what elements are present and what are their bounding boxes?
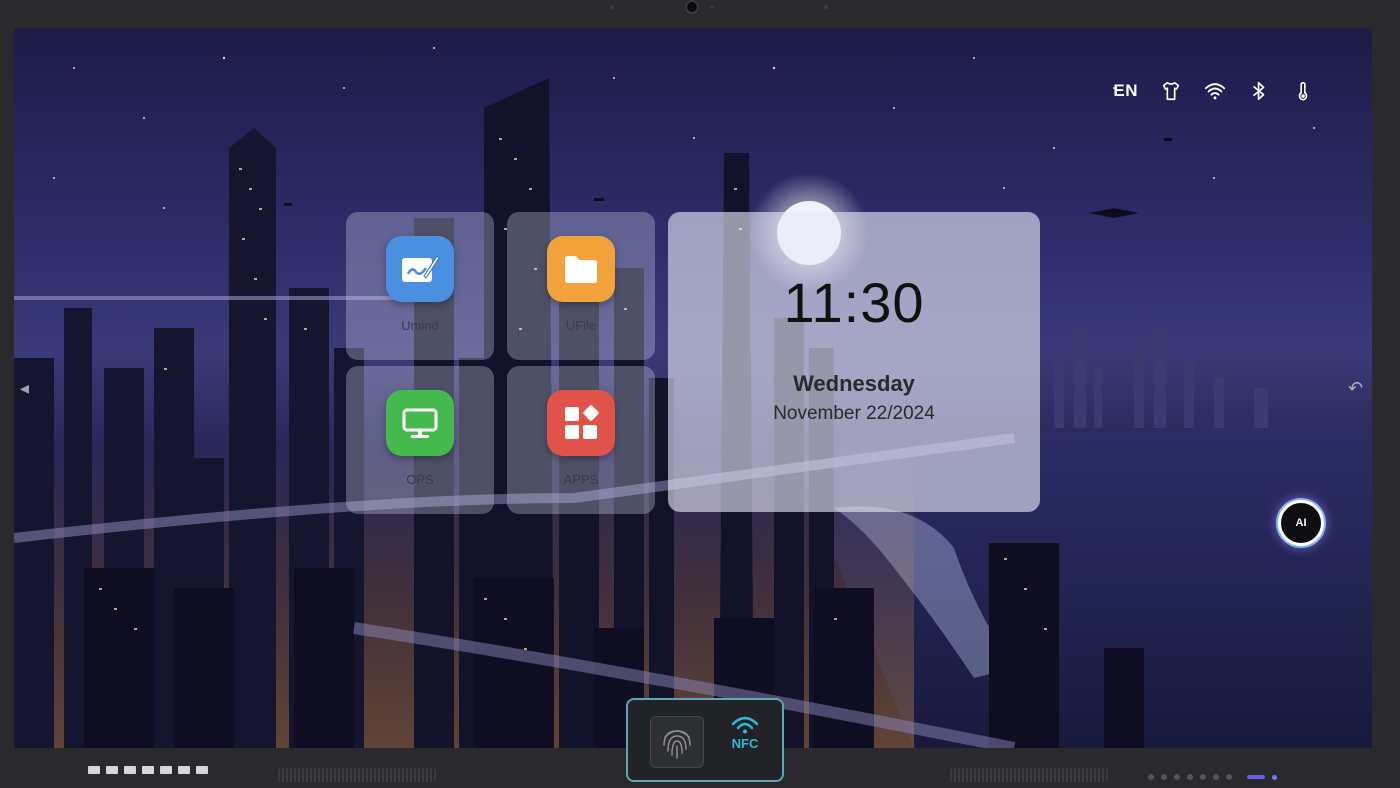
wifi-icon[interactable] [1204,80,1226,102]
language-indicator[interactable]: EN [1113,81,1138,101]
speaker-grille [278,768,436,782]
clock-widget[interactable]: 11:30 Wednesday November 22/2024 [668,212,1040,512]
sensor-dot [824,5,828,9]
umind-app-icon [386,236,454,302]
left-edge-handle-icon[interactable]: ◂ [20,378,29,399]
app-label: UFile [565,318,597,333]
whiteboard-pen-icon [402,255,440,282]
indicator-light [1213,774,1219,780]
hardware-button[interactable] [88,766,100,774]
power-indicator [1247,775,1265,779]
app-label: APPS [563,472,599,487]
folder-icon [565,256,597,283]
hardware-button[interactable] [124,766,136,774]
speaker-grille [950,768,1108,782]
fingerprint-reader[interactable] [650,716,704,768]
app-tile-ufile[interactable]: UFile [507,212,655,360]
ufile-app-icon [547,236,615,302]
hardware-button[interactable] [106,766,118,774]
system-status-bar: EN [1113,80,1314,102]
display-bezel: EN Umind UFile OPS APPS 11:30 Wednesday … [0,0,1400,788]
hardware-button[interactable] [160,766,172,774]
nfc-fingerprint-module: NFC [626,698,784,782]
thermometer-icon[interactable] [1292,80,1314,102]
sensor-dot [610,5,614,9]
nfc-reader[interactable]: NFC [722,714,768,768]
app-tile-apps[interactable]: APPS [507,366,655,514]
app-grid-icon [565,405,599,439]
indicator-light [1226,774,1232,780]
clock-time: 11:30 [783,271,925,334]
camera [687,2,697,12]
app-tile-umind[interactable]: Umind [346,212,494,360]
front-panel-buttons [88,766,208,774]
fingerprint-icon [663,730,691,759]
indicator-light [1174,774,1180,780]
indicator-light [1200,774,1206,780]
clock-date: November 22/2024 [773,403,935,424]
nfc-label: NFC [731,736,759,751]
shirt-icon[interactable] [1160,80,1182,102]
indicator-light [1148,774,1154,780]
ai-assistant-button[interactable]: AI [1278,500,1324,546]
app-tile-ops[interactable]: OPS [346,366,494,514]
hardware-button[interactable] [142,766,154,774]
apps-app-icon [547,390,615,456]
indicator-light [1161,774,1167,780]
sensor-dot [710,5,714,9]
hardware-button[interactable] [196,766,208,774]
monitor-icon [402,408,438,438]
bluetooth-icon[interactable] [1248,80,1270,102]
indicator-light [1272,774,1277,780]
ops-app-icon [386,390,454,456]
home-screen: EN Umind UFile OPS APPS 11:30 Wednesday … [14,28,1372,748]
indicator-light [1187,774,1193,780]
clock-day: Wednesday [793,371,915,396]
back-arrow-icon[interactable]: ↶ [1348,378,1363,399]
nfc-wave-icon [731,716,759,734]
app-label: Umind [401,318,439,333]
hardware-button[interactable] [178,766,190,774]
front-status-lights [1148,774,1277,780]
app-label: OPS [406,472,434,487]
